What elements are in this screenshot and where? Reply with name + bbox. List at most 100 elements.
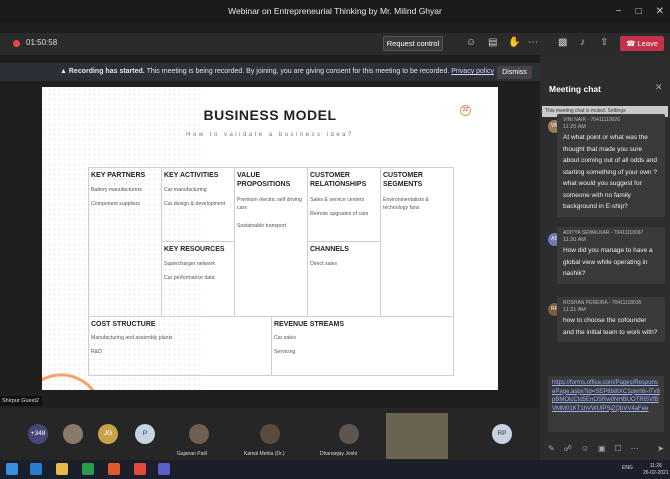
key-resources-heading: KEY RESOURCES <box>164 246 225 253</box>
participant-name: Gajanan Patil <box>177 451 208 457</box>
revenue-streams-heading: REVENUE STREAMS <box>274 321 345 328</box>
firefox-icon[interactable] <box>108 463 120 475</box>
revenue-streams-item: Car sales <box>274 335 296 341</box>
presenter-label: Shirpur Guest2 <box>0 396 42 406</box>
participant-avatar[interactable]: RP <box>492 424 512 444</box>
message-time: 11:21 AM <box>563 307 586 313</box>
value-propositions-cell: VALUE PROPOSITIONS Premium electric self… <box>234 167 308 317</box>
customer-segments-cell: CUSTOMER SEGMENTS Environmentalists & te… <box>380 167 454 317</box>
channels-item: Direct sales <box>310 261 338 267</box>
language-indicator[interactable]: ENG <box>622 465 633 471</box>
window-title: Webinar on Entrepreneurial Thinking by M… <box>0 0 670 23</box>
edge-icon[interactable] <box>30 463 42 475</box>
cost-structure-heading: COST STRUCTURE <box>91 321 156 328</box>
time: 11:26 <box>649 463 662 469</box>
participant-avatar[interactable]: JG <box>98 424 118 444</box>
chat-message: VINI NAIR - 70411119026 11:20 AM At what… <box>557 114 665 217</box>
request-control-button[interactable]: Request control <box>383 36 443 51</box>
cost-structure-item: Manufacturing and assembly plants <box>91 335 173 341</box>
chat-title: Meeting chat <box>549 84 601 94</box>
phone-icon: ☎ <box>626 39 638 48</box>
participant-photo[interactable] <box>260 424 280 444</box>
participant-name: Kamal Mehta (Dr.) <box>244 451 285 457</box>
message-time: 11:20 AM <box>563 124 586 130</box>
customer-segments-item: Environmentalists & technology fans <box>383 197 429 211</box>
slide-subtitle: How to validate a business idea? <box>186 132 354 138</box>
key-partners-item: Component suppliers <box>91 201 141 207</box>
message-author: VINI NAIR - 70411119026 <box>563 117 620 123</box>
dismiss-button[interactable]: Dismiss <box>497 66 532 79</box>
customer-relationships-item: Remote upgrades of cars <box>310 211 369 217</box>
key-activities-heading: KEY ACTIVITIES <box>164 172 219 179</box>
taskbar-clock: 11:26 26-02-2021 <box>643 463 669 477</box>
close-icon[interactable]: ✕ <box>656 6 664 17</box>
emoji-icon[interactable]: ☺ <box>581 444 589 453</box>
chrome-icon[interactable] <box>134 463 146 475</box>
attach-icon[interactable]: ☍ <box>564 444 572 453</box>
participant-photo[interactable] <box>189 424 209 444</box>
key-partners-heading: KEY PARTNERS <box>91 172 146 179</box>
recording-icon <box>13 40 20 47</box>
compose-toolbar: ✎ ☍ ☺ ▣ ☐ ⋯ ➤ <box>548 441 664 455</box>
leave-button[interactable]: ☎ Leave <box>620 36 664 51</box>
sticker-icon[interactable]: ☐ <box>615 444 622 453</box>
close-icon[interactable]: ✕ <box>655 82 663 93</box>
window-controls: − □ ✕ <box>616 0 664 23</box>
participants-icon[interactable]: ☺ <box>466 37 476 48</box>
channels-cell: CHANNELS Direct sales <box>307 241 381 317</box>
revenue-streams-cell: REVENUE STREAMS Car sales Servicing <box>271 316 454 376</box>
key-activities-item: Car design & development <box>164 201 226 207</box>
key-partners-cell: KEY PARTNERS Battery manufacturers Compo… <box>88 167 162 317</box>
slide-title: BUSINESS MODEL <box>203 107 337 123</box>
more-icon[interactable]: ⋯ <box>631 444 639 453</box>
key-activities-item: Car manufacturing <box>164 187 207 193</box>
message-author: ROSHAN PEREIRA - 70411118035 <box>563 300 642 306</box>
chat-message: ROSHAN PEREIRA - 70411118035 11:21 AM ho… <box>557 297 665 342</box>
participant-photo[interactable] <box>339 424 359 444</box>
share-icon[interactable]: ⇧ <box>600 37 608 48</box>
excel-icon[interactable] <box>82 463 94 475</box>
camera-off-icon[interactable]: ▩ <box>558 37 567 48</box>
maximize-icon[interactable]: □ <box>636 6 642 17</box>
teams-icon[interactable] <box>158 463 170 475</box>
message-body: At what point or what was the thought th… <box>563 134 657 210</box>
chat-message: ADITYA SEWALKAR - 70411118067 11:20 AM H… <box>557 227 665 284</box>
send-icon[interactable]: ➤ <box>657 444 664 453</box>
shared-slide: BUSINESS MODEL How to validate a busines… <box>42 87 498 390</box>
chat-icon[interactable]: ▤ <box>488 37 497 48</box>
minimize-icon[interactable]: − <box>616 6 622 17</box>
participant-photo[interactable] <box>63 424 83 444</box>
value-propositions-heading: VALUE PROPOSITIONS <box>237 172 291 188</box>
participant-name: Dhananjay Joshi <box>320 451 357 457</box>
date: 26-02-2021 <box>643 470 669 476</box>
file-explorer-icon[interactable] <box>56 463 68 475</box>
gif-icon[interactable]: ▣ <box>598 444 606 453</box>
key-resources-item: Car performance data <box>164 275 215 281</box>
warning-icon: ▲ <box>60 68 69 75</box>
customer-relationships-heading: CUSTOMER RELATIONSHIPS <box>310 172 367 188</box>
decorative-arc <box>42 373 95 390</box>
meeting-toolbar <box>0 33 670 55</box>
windows-start-icon[interactable] <box>6 463 18 475</box>
chat-compose-input[interactable]: https://forms.office.com/Pages/ResponseP… <box>548 376 664 432</box>
message-author: ADITYA SEWALKAR - 70411118067 <box>563 230 644 236</box>
value-propositions-item: Sustainable transport <box>237 223 287 229</box>
raise-hand-icon[interactable]: ✋ <box>508 37 520 48</box>
mic-off-icon[interactable]: ♪ <box>580 37 585 48</box>
banner-lead: Recording has started. <box>68 68 145 75</box>
channels-heading: CHANNELS <box>310 246 349 253</box>
value-propositions-item: Premium electric self driving cars <box>237 197 302 211</box>
message-time: 11:20 AM <box>563 237 586 243</box>
customer-relationships-cell: CUSTOMER RELATIONSHIPS Sales & service c… <box>307 167 381 242</box>
revenue-streams-item: Servicing <box>274 349 296 355</box>
customer-relationships-item: Sales & service centers <box>310 197 365 203</box>
self-video-preview <box>386 413 448 459</box>
format-icon[interactable]: ✎ <box>548 444 555 453</box>
recording-banner: ▲ Recording has started. This meeting is… <box>0 63 540 81</box>
more-options-icon[interactable]: ⋯ <box>528 37 538 48</box>
leave-label: Leave <box>637 39 658 48</box>
overflow-count[interactable]: +348 <box>28 424 48 444</box>
customer-segments-heading: CUSTOMER SEGMENTS <box>383 172 423 188</box>
participant-avatar[interactable]: P <box>135 424 155 444</box>
privacy-policy-link[interactable]: Privacy policy <box>451 68 494 75</box>
